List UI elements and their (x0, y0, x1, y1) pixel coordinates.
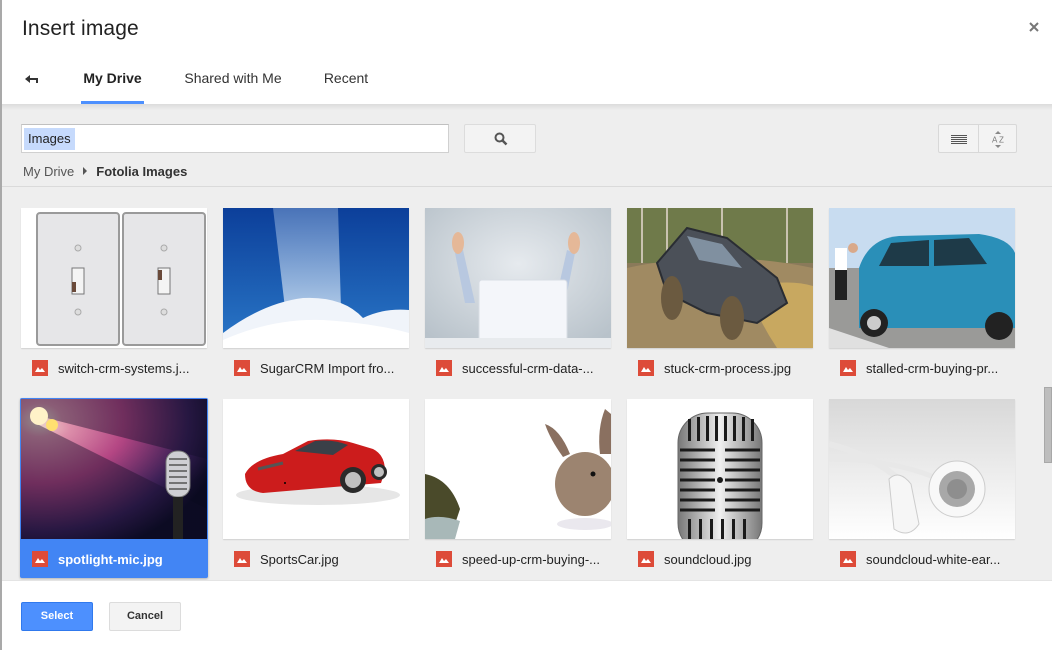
list-view-icon (951, 135, 967, 144)
file-label: speed-up-crm-buying-... (424, 544, 612, 574)
file-card[interactable]: stalled-crm-buying-pr... (828, 207, 1016, 387)
search-button[interactable] (464, 124, 536, 153)
file-name: soundcloud.jpg (664, 551, 752, 567)
list-view-button[interactable] (938, 124, 979, 153)
image-file-icon (32, 551, 48, 567)
file-card[interactable]: SportsCar.jpg (222, 398, 410, 578)
file-name: stalled-crm-buying-pr... (866, 360, 999, 376)
file-browser: Images A Z My Drive Fotolia Images switc… (0, 104, 1052, 580)
thumbnail-laptop-hands (425, 208, 611, 348)
thumbnail-spotlight-mic (21, 399, 207, 539)
file-name: SportsCar.jpg (260, 551, 339, 567)
file-card[interactable]: successful-crm-data-... (424, 207, 612, 387)
search-icon (494, 132, 508, 146)
file-name: successful-crm-data-... (462, 360, 594, 376)
file-label: soundcloud.jpg (626, 544, 814, 574)
thumbnail-sports-car (223, 399, 409, 539)
image-file-icon (32, 360, 48, 376)
breadcrumb-my-drive[interactable]: My Drive (23, 164, 74, 179)
tab-recent[interactable]: Recent (318, 58, 374, 104)
file-card[interactable]: soundcloud.jpg (626, 398, 814, 578)
close-icon[interactable] (1026, 19, 1042, 35)
thumbnail-earphones (829, 399, 1015, 539)
breadcrumb-separator-icon (83, 167, 88, 175)
image-file-icon (840, 360, 856, 376)
dialog-footer: Select Cancel (0, 580, 1052, 650)
sort-az-icon: A Z (992, 131, 1004, 148)
scrollbar-thumb[interactable] (1044, 387, 1052, 463)
file-label: SugarCRM Import fro... (222, 353, 410, 383)
image-file-icon (638, 551, 654, 567)
image-file-icon (234, 360, 250, 376)
breadcrumb: My Drive Fotolia Images (23, 162, 187, 180)
image-file-icon (436, 360, 452, 376)
file-name: switch-crm-systems.j... (58, 360, 190, 376)
thumbnail-stuck-car (627, 208, 813, 348)
image-file-icon (840, 551, 856, 567)
select-button[interactable]: Select (21, 602, 93, 631)
file-label: switch-crm-systems.j... (20, 353, 208, 383)
svg-text:Z: Z (999, 136, 1004, 145)
file-name: SugarCRM Import fro... (260, 360, 395, 376)
image-file-icon (638, 360, 654, 376)
tab-shared-with-me[interactable]: Shared with Me (178, 58, 288, 104)
thumbnail-microphone (627, 399, 813, 539)
file-card[interactable]: speed-up-crm-buying-... (424, 398, 612, 578)
file-name: soundcloud-white-ear... (866, 551, 1001, 567)
thumbnail-light-switches (21, 208, 207, 348)
breadcrumb-current-folder: Fotolia Images (96, 163, 188, 179)
file-label: spotlight-mic.jpg (20, 544, 208, 574)
back-arrow-icon[interactable] (23, 70, 41, 88)
image-file-icon (234, 551, 250, 567)
cancel-button[interactable]: Cancel (109, 602, 181, 631)
file-label: stuck-crm-process.jpg (626, 353, 814, 383)
file-label: soundcloud-white-ear... (828, 544, 1016, 574)
sort-button[interactable]: A Z (979, 124, 1017, 153)
divider (0, 186, 1052, 187)
window-edge (0, 0, 2, 650)
file-name: stuck-crm-process.jpg (664, 360, 792, 376)
thumbnail-stalled-car (829, 208, 1015, 348)
file-card[interactable]: switch-crm-systems.j... (20, 207, 208, 387)
file-card[interactable]: SugarCRM Import fro... (222, 207, 410, 387)
file-card[interactable]: stuck-crm-process.jpg (626, 207, 814, 387)
thumbnail-rabbit-turtle (425, 399, 611, 539)
file-card[interactable]: soundcloud-white-ear... (828, 398, 1016, 578)
file-label: successful-crm-data-... (424, 353, 612, 383)
dialog-title: Insert image (22, 17, 139, 40)
file-name: speed-up-crm-buying-... (462, 551, 600, 567)
image-file-icon (436, 551, 452, 567)
thumbnail-sugar-pouring (223, 208, 409, 348)
svg-text:A: A (992, 136, 998, 145)
tab-bar: My Drive Shared with Me Recent (0, 58, 700, 104)
search-input-value: Images (24, 128, 75, 150)
tab-my-drive[interactable]: My Drive (81, 58, 144, 104)
file-card-selected[interactable]: spotlight-mic.jpg (20, 398, 208, 578)
file-label: stalled-crm-buying-pr... (828, 353, 1016, 383)
dialog-header: Insert image My Drive Shared with Me Rec… (0, 0, 1052, 104)
search-input[interactable]: Images (21, 124, 449, 153)
file-label: SportsCar.jpg (222, 544, 410, 574)
file-name: spotlight-mic.jpg (58, 551, 163, 567)
